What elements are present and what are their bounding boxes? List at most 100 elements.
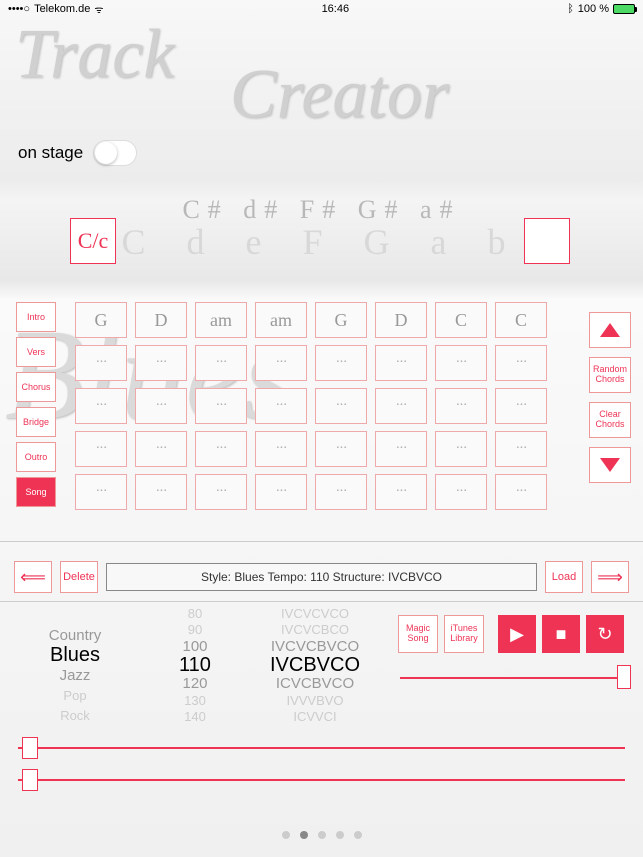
picker-option[interactable]: ICVVCI (293, 709, 336, 726)
random-chords-button[interactable]: Random Chords (589, 357, 631, 393)
chord-cell[interactable]: ··· (315, 431, 367, 467)
chord-cell[interactable]: ··· (495, 474, 547, 510)
chord-cell[interactable]: ··· (195, 431, 247, 467)
triangle-down-icon (600, 458, 620, 472)
chord-cell[interactable]: ··· (315, 345, 367, 381)
progress-slider[interactable] (400, 670, 631, 686)
section-outro-button[interactable]: Outro (16, 442, 56, 472)
chord-cell[interactable]: ··· (255, 388, 307, 424)
style-picker[interactable]: CountryBluesJazzPopRock (0, 605, 150, 725)
itunes-library-button[interactable]: iTunes Library (444, 615, 484, 653)
loop-button[interactable]: ↻ (586, 615, 624, 653)
chord-cell[interactable]: ··· (135, 388, 187, 424)
chord-cell[interactable]: ··· (495, 431, 547, 467)
bottom-slider-1[interactable] (18, 737, 625, 759)
chord-cell[interactable]: ··· (375, 431, 427, 467)
chord-cell[interactable]: ··· (135, 431, 187, 467)
delete-button[interactable]: Delete (60, 561, 98, 593)
current-key-box[interactable]: C/c (70, 218, 116, 264)
picker-option[interactable]: IVCVCBVCO (271, 638, 359, 655)
picker-option[interactable]: IVCBVCO (270, 655, 360, 675)
section-intro-button[interactable]: Intro (16, 302, 56, 332)
magic-song-button[interactable]: Magic Song (398, 615, 438, 653)
picker-option[interactable]: 90 (188, 622, 202, 639)
onstage-label: on stage (18, 143, 83, 163)
picker-option[interactable]: Jazz (60, 665, 91, 685)
section-vers-button[interactable]: Vers (16, 337, 56, 367)
clear-chords-button[interactable]: Clear Chords (589, 402, 631, 438)
onstage-toggle[interactable] (93, 140, 137, 166)
chord-cell[interactable]: ··· (195, 345, 247, 381)
chord-cell[interactable]: ··· (195, 388, 247, 424)
status-bar: ••••○ Telekom.de ᯤ 16:46 ᛒ 100 % (0, 0, 643, 18)
picker-option[interactable]: 130 (184, 692, 206, 709)
chord-cell[interactable]: C (495, 302, 547, 338)
stop-button[interactable]: ■ (542, 615, 580, 653)
key-blank-box[interactable] (524, 218, 570, 264)
picker-option[interactable]: Rock (60, 705, 90, 725)
picker-option[interactable]: 140 (184, 709, 206, 726)
picker-option[interactable]: IVCVCVCO (281, 605, 349, 622)
chord-cell[interactable]: ··· (375, 388, 427, 424)
chord-cell[interactable]: C (435, 302, 487, 338)
page-indicator (0, 813, 643, 857)
picker-option[interactable]: ICVCBVCO (276, 675, 354, 692)
chord-cell[interactable]: ··· (435, 431, 487, 467)
chord-cell[interactable]: ··· (75, 388, 127, 424)
chord-cell[interactable]: ··· (375, 345, 427, 381)
chord-cell[interactable]: ··· (495, 388, 547, 424)
chord-cell[interactable]: ··· (75, 431, 127, 467)
chord-cell[interactable]: ··· (375, 474, 427, 510)
bluetooth-icon: ᛒ (567, 3, 574, 15)
bottom-slider-2[interactable] (18, 769, 625, 791)
slider-thumb-icon[interactable] (617, 665, 631, 689)
chord-cell[interactable]: ··· (315, 388, 367, 424)
chord-cell[interactable]: ··· (315, 474, 367, 510)
chord-cell[interactable]: ··· (75, 474, 127, 510)
chord-cell[interactable]: ··· (495, 345, 547, 381)
section-chorus-button[interactable]: Chorus (16, 372, 56, 402)
chord-cell[interactable]: am (255, 302, 307, 338)
battery-icon (613, 4, 635, 14)
chord-cell[interactable]: ··· (75, 345, 127, 381)
chord-cell[interactable]: G (75, 302, 127, 338)
carrier-label: Telekom.de (34, 3, 90, 15)
chord-cell[interactable]: ··· (435, 345, 487, 381)
picker-option[interactable]: 100 (182, 638, 207, 655)
next-button[interactable]: ⟹ (591, 561, 629, 593)
picker-option[interactable]: Pop (63, 685, 86, 705)
picker-option[interactable]: 110 (179, 655, 211, 675)
slider-thumb-icon[interactable] (22, 769, 38, 791)
prev-button[interactable]: ⟸ (14, 561, 52, 593)
chord-cell[interactable]: ··· (435, 388, 487, 424)
chord-cell[interactable]: am (195, 302, 247, 338)
chord-cell[interactable]: G (315, 302, 367, 338)
chord-cell[interactable]: ··· (255, 345, 307, 381)
chord-cell[interactable]: ··· (435, 474, 487, 510)
chord-cell[interactable]: ··· (135, 474, 187, 510)
chord-cell[interactable]: D (375, 302, 427, 338)
chord-cell[interactable]: ··· (135, 345, 187, 381)
chord-cell[interactable]: D (135, 302, 187, 338)
picker-option[interactable]: 80 (188, 605, 202, 622)
clock: 16:46 (322, 3, 350, 15)
triangle-up-icon (600, 323, 620, 337)
section-bridge-button[interactable]: Bridge (16, 407, 56, 437)
picker-option[interactable]: IVCVCBCO (281, 622, 349, 639)
chord-cell[interactable]: ··· (255, 431, 307, 467)
slider-thumb-icon[interactable] (22, 737, 38, 759)
picker-option[interactable]: 120 (182, 675, 207, 692)
chord-down-button[interactable] (589, 447, 631, 483)
section-song-button[interactable]: Song (16, 477, 56, 507)
picker-option[interactable]: Blues (50, 645, 100, 665)
tempo-picker[interactable]: 8090100110120130140 (150, 605, 240, 725)
chord-cell[interactable]: ··· (195, 474, 247, 510)
chord-cell[interactable]: ··· (255, 474, 307, 510)
picker-option[interactable]: Country (49, 625, 102, 645)
chord-up-button[interactable] (589, 312, 631, 348)
picker-option[interactable]: IVVVBVO (286, 692, 343, 709)
load-button[interactable]: Load (545, 561, 583, 593)
signal-icon: ••••○ (8, 3, 30, 15)
structure-picker[interactable]: IVCVCVCOIVCVCBCOIVCVCBVCOIVCBVCOICVCBVCO… (240, 605, 390, 725)
play-button[interactable]: ▶ (498, 615, 536, 653)
